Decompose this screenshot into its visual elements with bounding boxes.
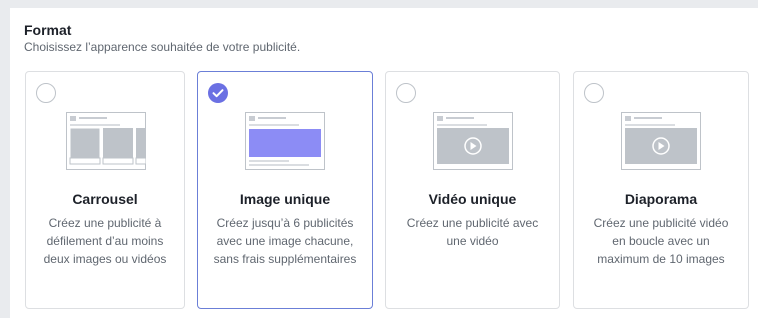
card-title: Carrousel <box>72 191 138 207</box>
card-description: Créez jusqu’à 6 publicités avec une imag… <box>213 216 357 266</box>
card-title: Vidéo unique <box>428 191 517 207</box>
card-description: Créez une publicité vidéo en boucle avec… <box>593 216 729 266</box>
carousel-thumbnail-icon <box>66 112 147 170</box>
checkmark-icon <box>212 89 224 98</box>
card-description: Créez une publicité avec une vidéo <box>406 216 539 248</box>
radio-button-single-video[interactable] <box>396 83 416 103</box>
single-video-thumbnail-icon <box>433 112 513 170</box>
section-subtitle: Choisissez l’apparence souhaitée de votr… <box>24 40 301 54</box>
slideshow-thumbnail-icon <box>621 112 701 170</box>
format-card-single-video[interactable]: Vidéo unique Créez une publicité avec un… <box>385 71 560 309</box>
section-title: Format <box>24 22 72 38</box>
card-title: Image unique <box>239 191 331 207</box>
format-card-single-image[interactable]: Image unique Créez jusqu’à 6 publicités … <box>197 71 373 309</box>
format-panel: Format Choisissez l’apparence souhaitée … <box>10 8 758 318</box>
format-card-slideshow[interactable]: Diaporama Créez une publicité vidéo en b… <box>573 71 749 309</box>
single-image-thumbnail-icon <box>245 112 325 170</box>
card-description: Créez une publicité à défilement d’au mo… <box>43 216 167 266</box>
format-card-carousel[interactable]: Carrousel Créez une publicité à défileme… <box>25 71 185 309</box>
radio-button-single-image[interactable] <box>208 83 228 103</box>
card-title: Diaporama <box>624 191 698 207</box>
radio-button-carousel[interactable] <box>36 83 56 103</box>
radio-button-slideshow[interactable] <box>584 83 604 103</box>
